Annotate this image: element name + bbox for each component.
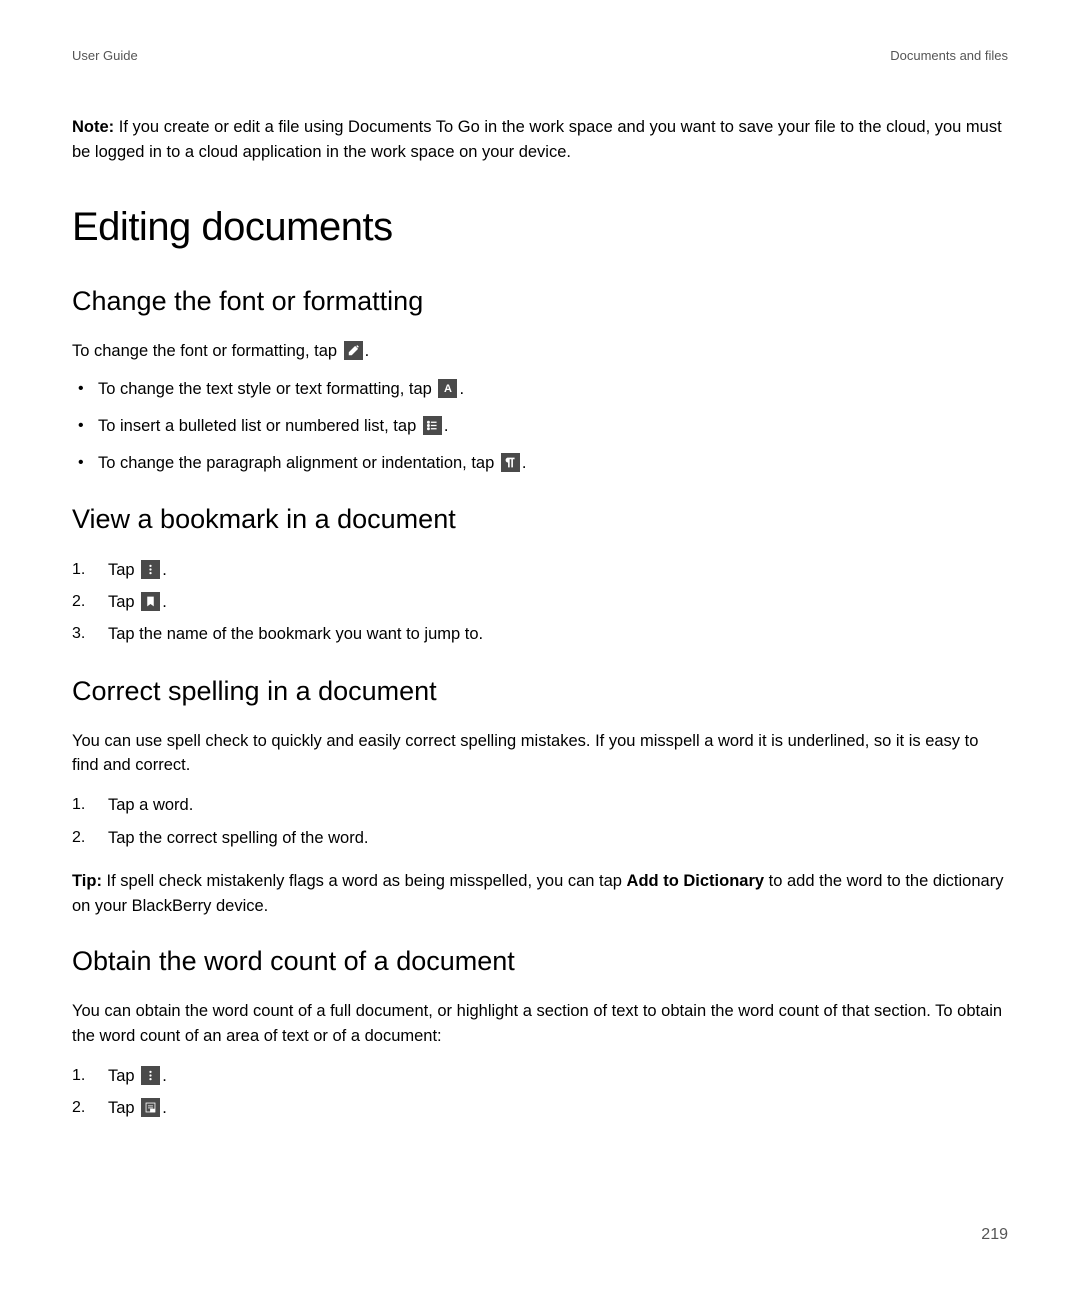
sec4-intro: You can obtain the word count of a full … — [72, 999, 1008, 1049]
list-item: Tap . — [72, 1063, 1008, 1089]
page-number: 219 — [981, 1226, 1008, 1244]
note-label: Note: — [72, 118, 114, 136]
list-item: To insert a bulleted list or numbered li… — [72, 414, 1008, 439]
section-word-count-heading: Obtain the word count of a document — [72, 946, 1008, 977]
header-right: Documents and files — [890, 48, 1008, 63]
more-menu-icon — [141, 560, 160, 579]
sec4-steps: Tap . Tap . — [72, 1063, 1008, 1122]
paragraph-icon — [501, 453, 520, 472]
list-item: Tap . — [72, 1095, 1008, 1121]
list-item: To change the paragraph alignment or ind… — [72, 451, 1008, 476]
text-style-icon: A — [438, 379, 457, 398]
tip-label: Tip: — [72, 872, 102, 890]
note-block: Note: If you create or edit a file using… — [72, 115, 1008, 165]
list-item: To change the text style or text formatt… — [72, 377, 1008, 402]
page-title: Editing documents — [72, 205, 1008, 250]
note-text: If you create or edit a file using Docum… — [72, 118, 1002, 161]
list-item: Tap . — [72, 589, 1008, 615]
section-change-font-heading: Change the font or formatting — [72, 286, 1008, 317]
section-view-bookmark-heading: View a bookmark in a document — [72, 504, 1008, 535]
sec1-intro: To change the font or formatting, tap . — [72, 339, 1008, 364]
page-header: User Guide Documents and files — [72, 48, 1008, 63]
word-count-icon — [141, 1098, 160, 1117]
sec3-intro: You can use spell check to quickly and e… — [72, 729, 1008, 779]
header-left: User Guide — [72, 48, 138, 63]
list-item: Tap the correct spelling of the word. — [72, 825, 1008, 851]
list-item: Tap the name of the bookmark you want to… — [72, 621, 1008, 647]
list-item: Tap a word. — [72, 792, 1008, 818]
list-item: Tap . — [72, 557, 1008, 583]
sec3-steps: Tap a word. Tap the correct spelling of … — [72, 792, 1008, 851]
tip-block: Tip: If spell check mistakenly flags a w… — [72, 869, 1008, 919]
bookmark-icon — [141, 592, 160, 611]
section-correct-spelling-heading: Correct spelling in a document — [72, 676, 1008, 707]
more-menu-icon — [141, 1066, 160, 1085]
list-format-icon — [423, 416, 442, 435]
sec1-bullets: To change the text style or text formatt… — [72, 377, 1008, 475]
pencil-icon — [344, 341, 363, 360]
sec2-steps: Tap . Tap . Tap the name of the bookmark… — [72, 557, 1008, 648]
add-to-dictionary-bold: Add to Dictionary — [627, 872, 765, 890]
